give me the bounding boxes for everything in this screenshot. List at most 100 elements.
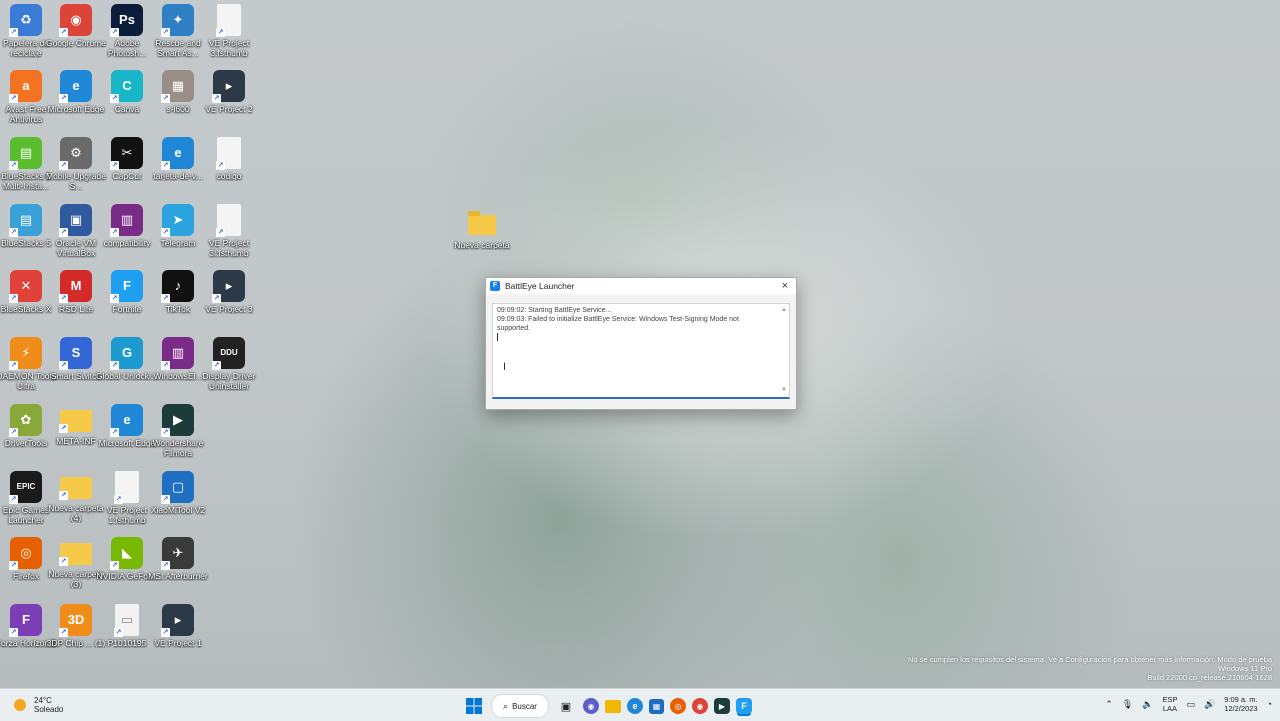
app-icon: ◉ ↗ — [59, 4, 92, 37]
battleye-app-icon: F — [490, 281, 500, 291]
desktop-icon[interactable]: ▶ ↗ Wondershare Filmora — [147, 404, 209, 458]
app-icon: ▭ ↗ — [114, 604, 139, 637]
desktop-icon[interactable]: ▸ ↗ VE Project 1 — [147, 604, 209, 648]
shortcut-arrow-icon: ↗ — [59, 161, 68, 170]
language-bottom: LAA — [1162, 704, 1178, 713]
shortcut-arrow-icon: ↗ — [161, 628, 170, 637]
shortcut-arrow-icon: ↗ — [216, 228, 225, 237]
shortcut-arrow-icon: ↗ — [110, 28, 119, 37]
microphone-icon[interactable]: 🎙 — [1122, 699, 1133, 710]
scroll-down-arrow-icon[interactable]: ▼ — [781, 386, 787, 395]
speaker-icon[interactable]: 🔈 — [1142, 699, 1153, 710]
weather-widget[interactable]: 24°C Soleado — [14, 696, 63, 714]
desktop-icon[interactable]: ▸ ↗ VE Project 3 — [198, 270, 260, 314]
app-icon: ➤ ↗ — [161, 204, 194, 237]
desktop-icon[interactable]: ▢ ↗ XiaoMiTool V2 — [147, 471, 209, 515]
shortcut-arrow-icon: ↗ — [9, 28, 18, 37]
vertical-scrollbar[interactable]: ▲ ▼ — [781, 306, 787, 395]
network-icon[interactable]: ▭ — [1186, 699, 1195, 710]
shortcut-arrow-icon: ↗ — [59, 94, 68, 103]
desktop-icon-label: VE Project 3.fsthumb — [208, 38, 250, 58]
shortcut-arrow-icon: ↗ — [59, 294, 68, 303]
start-button[interactable] — [463, 695, 485, 717]
language-indicator[interactable]: ESP LAA — [1162, 695, 1177, 713]
app-icon: G ↗ — [110, 337, 143, 370]
app-icon: F ↗ — [110, 270, 143, 303]
app-icon: DDU ↗ — [212, 337, 245, 370]
store-icon[interactable]: ▦ — [649, 698, 664, 714]
app-icon: F ↗ — [9, 604, 42, 637]
shortcut-arrow-icon: ↗ — [9, 161, 18, 170]
app-icon: ✈ ↗ — [161, 537, 194, 570]
desktop-icon-label: VE Project 3l.fsthumb — [208, 238, 250, 258]
app-icon: ✦ ↗ — [161, 4, 194, 37]
desktop-icon[interactable]: DDU ↗ Display Driver Uninstaller — [198, 337, 260, 391]
search-button[interactable]: ⌕ Buscar — [491, 694, 549, 718]
clock[interactable]: 9:09 a. m. 12/2/2023 — [1224, 695, 1257, 713]
shortcut-arrow-icon: ↗ — [161, 94, 170, 103]
app-icon: 3D ↗ — [59, 604, 92, 637]
shortcut-arrow-icon: ↗ — [9, 561, 18, 570]
shortcut-arrow-icon: ↗ — [161, 428, 170, 437]
app-icon: ▦ ↗ — [161, 70, 194, 103]
desktop-icon-label: Nueva carpeta — [454, 240, 510, 250]
app-icon: S ↗ — [59, 337, 92, 370]
shortcut-arrow-icon: ↗ — [59, 491, 68, 500]
desktop-icon[interactable]: ↗ VE Project 3l.fsthumb — [198, 204, 260, 258]
desktop-icon[interactable]: ▸ ↗ VE Project 2 — [198, 70, 260, 114]
chevron-up-icon[interactable]: ⌃ — [1105, 699, 1113, 710]
desktop-icon-label: Wondershare Filmora — [152, 438, 204, 458]
app-icon: ✂ ↗ — [110, 137, 143, 170]
shortcut-arrow-icon: ↗ — [161, 561, 170, 570]
sun-icon — [14, 699, 26, 711]
app-icon: ▶ ↗ — [161, 404, 194, 437]
app-icon: ✿ ↗ — [9, 404, 42, 437]
shortcut-arrow-icon: ↗ — [9, 228, 18, 237]
desktop-icon-label: VE Project 3 — [205, 304, 253, 314]
firefox-icon[interactable]: ◎ — [670, 698, 686, 714]
app-icon: ⚡ ↗ — [9, 337, 42, 370]
desktop-icon[interactable]: ↗ codigo — [198, 137, 260, 181]
battleye-launcher-window: F BattlEye Launcher × 09:09:02: Starting… — [485, 277, 797, 410]
shortcut-arrow-icon: ↗ — [110, 161, 119, 170]
desktop-icon[interactable]: ↗ VE Project 3.fsthumb — [198, 4, 260, 58]
log-line: 09:09:03: Failed to initialize BattlEye … — [497, 316, 739, 332]
window-titlebar[interactable]: F BattlEye Launcher × — [486, 278, 796, 294]
app-icon: e ↗ — [110, 404, 143, 437]
app-icon: a ↗ — [9, 70, 42, 103]
file-explorer-icon[interactable] — [605, 699, 621, 713]
app-icon: ▸ ↗ — [212, 270, 245, 303]
window-title: BattlEye Launcher — [505, 281, 575, 291]
scroll-up-arrow-icon[interactable]: ▲ — [781, 306, 787, 315]
filmora-icon[interactable]: ▶ — [714, 698, 730, 714]
desktop-icon[interactable]: ✈ ↗ MSI Afterburner — [147, 537, 209, 581]
chat-icon[interactable]: ◉ — [583, 698, 599, 714]
app-icon: C ↗ — [110, 70, 143, 103]
app-icon: M ↗ — [59, 270, 92, 303]
app-icon: ▸ ↗ — [161, 604, 194, 637]
chrome-icon[interactable]: ◉ — [692, 698, 708, 714]
shortcut-arrow-icon: ↗ — [59, 424, 68, 433]
desktop-icon-nueva-carpeta[interactable]: Nueva carpeta — [451, 206, 513, 250]
close-button[interactable]: × — [778, 280, 792, 292]
desktop-icon-label: Display Driver Uninstaller — [202, 371, 256, 391]
weather-desc: Soleado — [34, 705, 64, 714]
notification-icon[interactable]: ◔ — [1267, 699, 1272, 709]
shortcut-arrow-icon: ↗ — [9, 495, 18, 504]
volume-icon[interactable]: 🔊 — [1204, 699, 1215, 710]
app-icon: ◎ ↗ — [9, 537, 42, 570]
shortcut-arrow-icon: ↗ — [216, 161, 225, 170]
shortcut-arrow-icon: ↗ — [110, 228, 119, 237]
edge-icon[interactable]: e — [627, 698, 643, 714]
shortcut-arrow-icon: ↗ — [161, 28, 170, 37]
app-icon: ↗ — [216, 137, 241, 170]
shortcut-arrow-icon: ↗ — [59, 28, 68, 37]
fortnite-icon[interactable]: F — [736, 698, 752, 714]
shortcut-arrow-icon: ↗ — [110, 94, 119, 103]
app-icon: ↗ — [59, 543, 92, 566]
app-icon: ♪ ↗ — [161, 270, 194, 303]
shortcut-arrow-icon: ↗ — [9, 294, 18, 303]
log-output-textarea[interactable]: 09:09:02: Starting BattlEye Service... 0… — [492, 303, 790, 399]
task-view-button[interactable]: ▣ — [555, 695, 577, 717]
language-top: ESP — [1162, 695, 1178, 704]
